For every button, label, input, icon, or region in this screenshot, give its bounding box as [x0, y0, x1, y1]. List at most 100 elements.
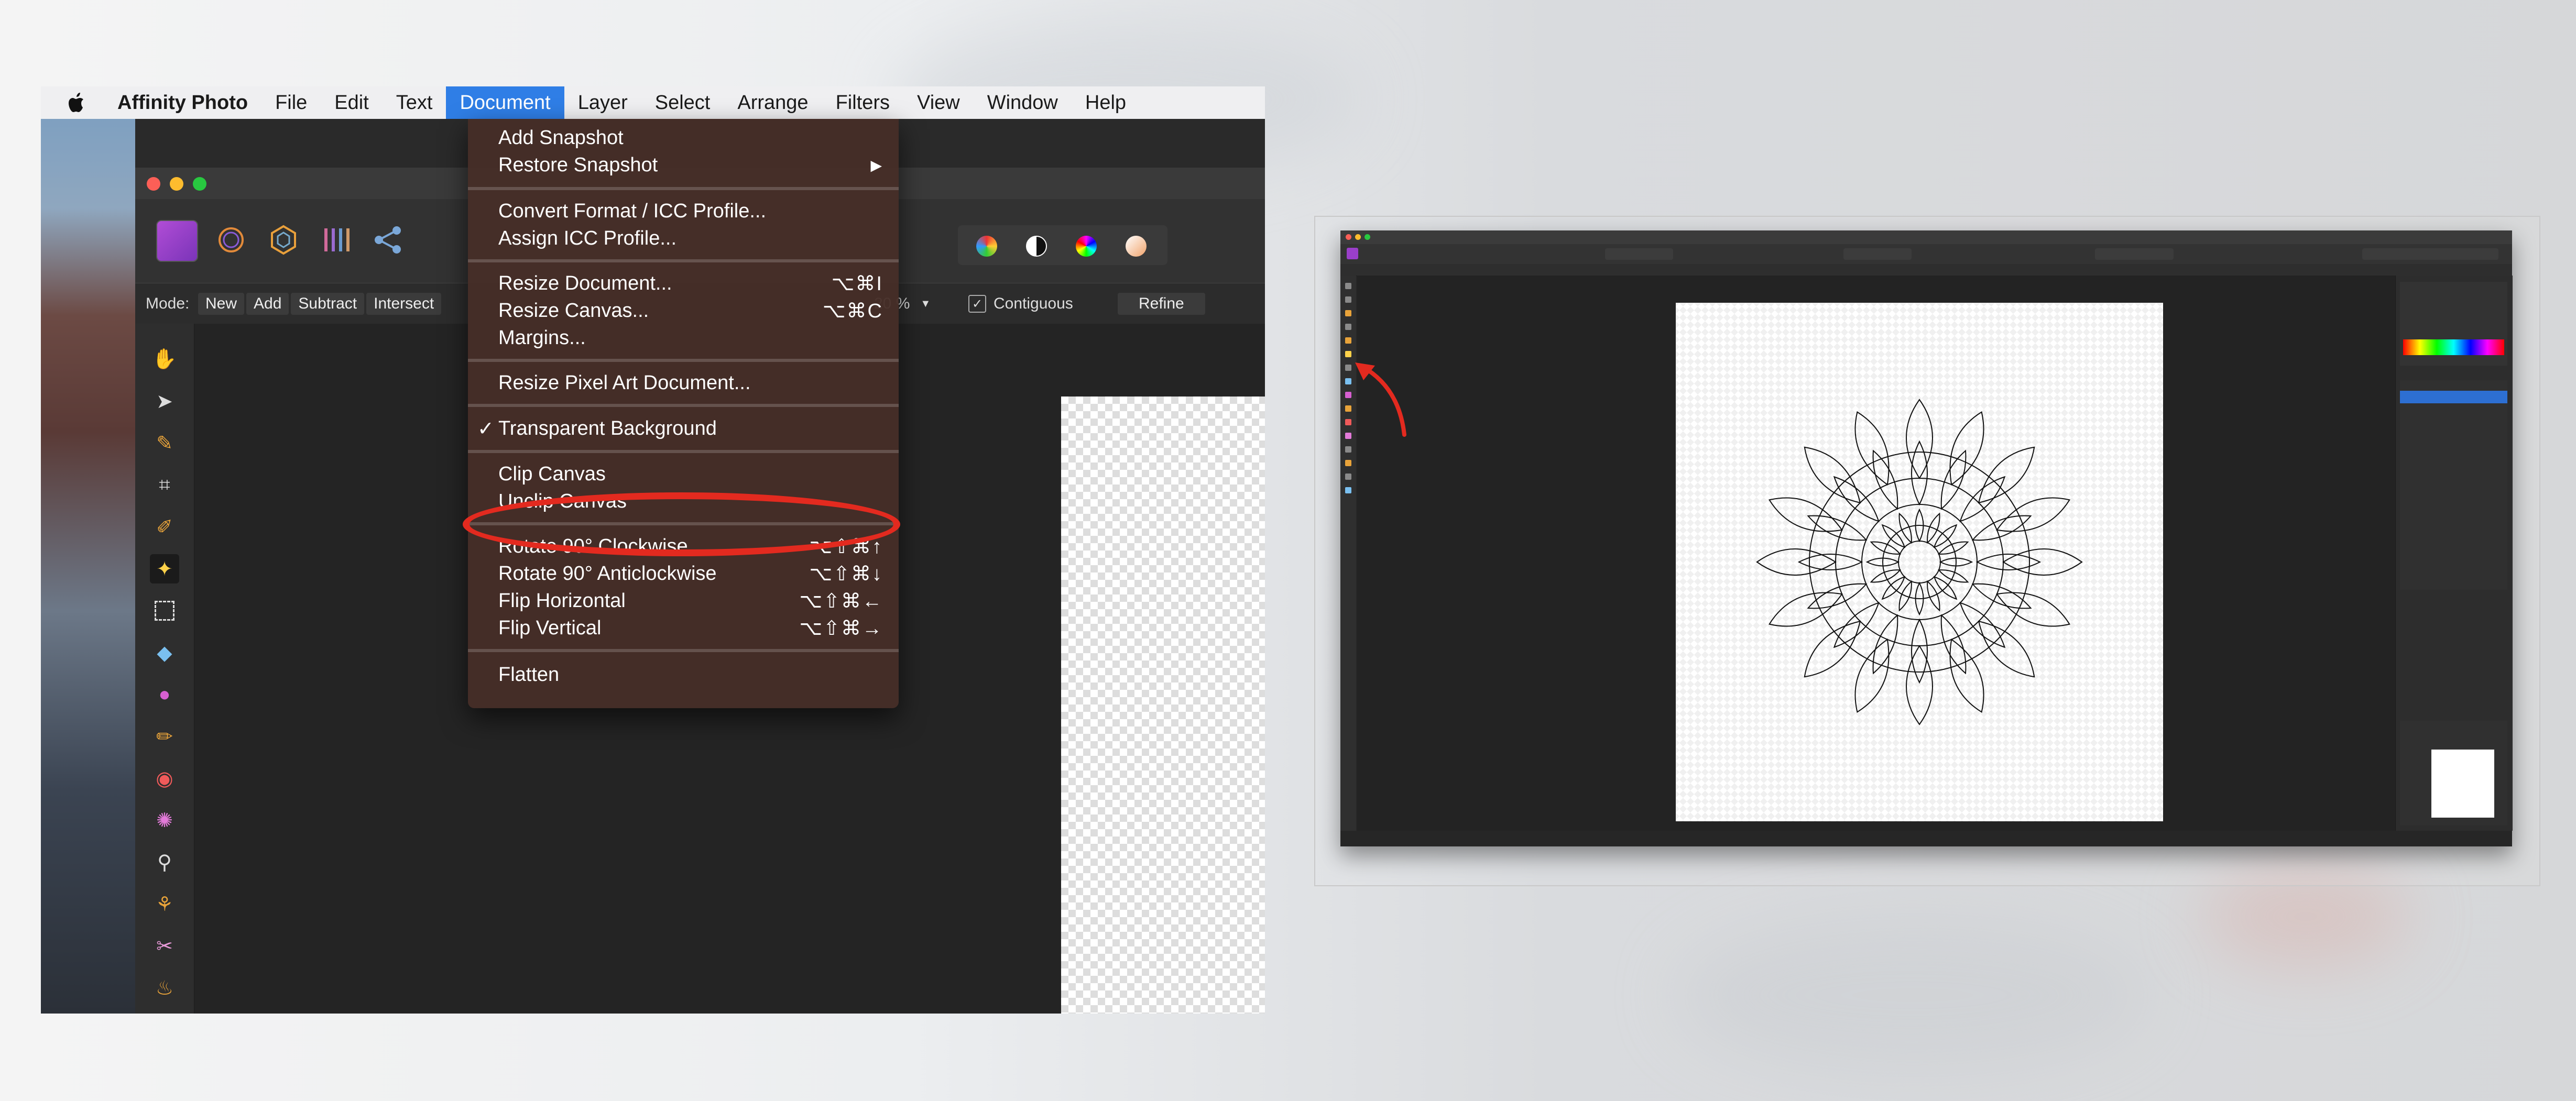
- menu-help[interactable]: Help: [1072, 86, 1140, 119]
- paint-brush-icon[interactable]: ✏: [150, 722, 179, 751]
- color-balance-icon[interactable]: [976, 236, 997, 257]
- export-persona-icon[interactable]: [368, 220, 408, 260]
- shortcut: ⌥⇧⌘→: [799, 617, 883, 640]
- inpaint-icon[interactable]: ✺: [150, 806, 179, 835]
- arrow-annotation: [1355, 362, 1406, 437]
- menu-item-rotate-acw[interactable]: Rotate 90° Anticlockwise ⌥⇧⌘↓: [468, 560, 899, 587]
- menu-layer[interactable]: Layer: [564, 86, 641, 119]
- document-canvas[interactable]: [1061, 397, 1265, 1014]
- brush-icon[interactable]: [1345, 337, 1351, 344]
- move-icon[interactable]: [1345, 296, 1351, 303]
- layers-panel: [2400, 380, 2507, 590]
- menu-divider: [468, 359, 899, 362]
- clone-icon[interactable]: ⚘: [150, 889, 179, 919]
- marquee-icon[interactable]: [150, 596, 179, 625]
- inpaint-icon[interactable]: [1345, 433, 1351, 439]
- refine-button[interactable]: Refine: [1118, 293, 1207, 315]
- minimize-window-button[interactable]: [1355, 234, 1361, 240]
- main-toolbar: [1340, 244, 2512, 264]
- contiguous-label: Contiguous: [994, 295, 1073, 312]
- paint-brush-icon[interactable]: [1345, 405, 1351, 412]
- mode-intersect-button[interactable]: Intersect: [366, 293, 442, 315]
- menu-arrange[interactable]: Arrange: [724, 86, 822, 119]
- smudge-icon[interactable]: ◉: [150, 764, 179, 793]
- menu-file[interactable]: File: [261, 86, 321, 119]
- mode-subtract-button[interactable]: Subtract: [291, 293, 365, 315]
- apple-icon[interactable]: [67, 86, 88, 119]
- develop-persona-icon[interactable]: [264, 220, 303, 260]
- fill-icon[interactable]: [1345, 378, 1351, 384]
- shortcut: ⌥⌘I: [831, 272, 883, 295]
- menu-item-resize-document[interactable]: Resize Document... ⌥⌘I: [468, 270, 899, 297]
- mode-new-button[interactable]: New: [198, 293, 245, 315]
- eyedropper-icon[interactable]: ✎: [150, 428, 179, 458]
- menu-text[interactable]: Text: [383, 86, 446, 119]
- zoom-icon[interactable]: [1345, 446, 1351, 453]
- menu-item-resize-canvas[interactable]: Resize Canvas... ⌥⌘C: [468, 297, 899, 324]
- brush-icon[interactable]: ✐: [150, 512, 179, 542]
- crop-icon[interactable]: ⌗: [150, 470, 179, 500]
- color-icon[interactable]: ●: [150, 680, 179, 709]
- menu-item-transparent-background[interactable]: ✓ Transparent Background: [468, 415, 899, 442]
- move-icon[interactable]: ➤: [150, 387, 179, 416]
- menu-item-restore-snapshot[interactable]: Restore Snapshot ▶: [468, 151, 899, 179]
- close-window-button[interactable]: [1346, 234, 1351, 240]
- clone-icon[interactable]: [1345, 460, 1351, 466]
- adjustment-group: [1605, 248, 1673, 260]
- canvas-area[interactable]: [1357, 276, 2395, 831]
- dodge-icon[interactable]: [1345, 474, 1351, 480]
- toolbar-group: [1843, 248, 1912, 260]
- navigator-thumbnail[interactable]: [2431, 750, 2494, 818]
- photo-persona-icon[interactable]: [1347, 248, 1358, 259]
- app-window-overview: [1340, 230, 2513, 846]
- menu-app-name[interactable]: Affinity Photo: [104, 86, 261, 119]
- menu-item-assign-icc[interactable]: Assign ICC Profile...: [468, 225, 899, 252]
- photo-persona-icon[interactable]: [156, 220, 198, 262]
- mode-add-button[interactable]: Add: [246, 293, 289, 315]
- color-spectrum[interactable]: [2403, 339, 2504, 355]
- dodge-icon[interactable]: ✂: [150, 931, 179, 961]
- layer-row-background[interactable]: [2400, 391, 2507, 403]
- marquee-icon[interactable]: [1345, 365, 1351, 371]
- minimize-window-button[interactable]: [170, 177, 183, 191]
- menu-filters[interactable]: Filters: [822, 86, 903, 119]
- menu-item-convert-format[interactable]: Convert Format / ICC Profile...: [468, 197, 899, 225]
- menu-item-margins[interactable]: Margins...: [468, 324, 899, 351]
- contiguous-checkbox[interactable]: ✓ Contiguous: [968, 293, 1073, 315]
- document-canvas[interactable]: [1676, 303, 2163, 821]
- menu-item-flatten[interactable]: Flatten: [468, 661, 899, 688]
- menu-item-flip-vertical[interactable]: Flip Vertical ⌥⇧⌘→: [468, 614, 899, 642]
- liquify-persona-icon[interactable]: [211, 220, 251, 260]
- eyedropper-icon[interactable]: [1345, 310, 1351, 316]
- menu-item-flip-horizontal[interactable]: Flip Horizontal ⌥⇧⌘←: [468, 587, 899, 614]
- menu-select[interactable]: Select: [641, 86, 724, 119]
- tone-mapping-persona-icon[interactable]: [316, 220, 356, 260]
- burn-icon[interactable]: [1345, 487, 1351, 493]
- zoom-window-button[interactable]: [193, 177, 206, 191]
- menu-item-add-snapshot[interactable]: Add Snapshot: [468, 124, 899, 151]
- menu-item-resize-pixel-art[interactable]: Resize Pixel Art Document...: [468, 369, 899, 397]
- hsl-icon[interactable]: [1076, 236, 1097, 257]
- burn-icon[interactable]: ♨: [150, 973, 179, 1003]
- magic-wand-icon[interactable]: ✦: [150, 554, 179, 583]
- menu-window[interactable]: Window: [974, 86, 1072, 119]
- color-icon[interactable]: [1345, 392, 1351, 398]
- zoom-icon[interactable]: ⚲: [150, 847, 179, 877]
- menu-view[interactable]: View: [903, 86, 974, 119]
- zoom-window-button[interactable]: [1365, 234, 1370, 240]
- refine-label: Refine: [1118, 293, 1205, 315]
- magic-wand-icon[interactable]: [1345, 351, 1351, 357]
- navigator-panel: [2400, 721, 2507, 825]
- black-white-icon[interactable]: [1026, 236, 1047, 257]
- menu-document[interactable]: Document: [446, 86, 564, 119]
- right-panels: [2395, 276, 2513, 831]
- fill-icon[interactable]: ◆: [150, 638, 179, 667]
- hand-icon[interactable]: [1345, 283, 1351, 289]
- smudge-icon[interactable]: [1345, 419, 1351, 425]
- crop-icon[interactable]: [1345, 324, 1351, 330]
- menu-item-clip-canvas[interactable]: Clip Canvas: [468, 460, 899, 488]
- hand-icon[interactable]: ✋: [150, 345, 179, 374]
- menu-edit[interactable]: Edit: [321, 86, 382, 119]
- close-window-button[interactable]: [147, 177, 160, 191]
- white-balance-icon[interactable]: [1126, 236, 1147, 257]
